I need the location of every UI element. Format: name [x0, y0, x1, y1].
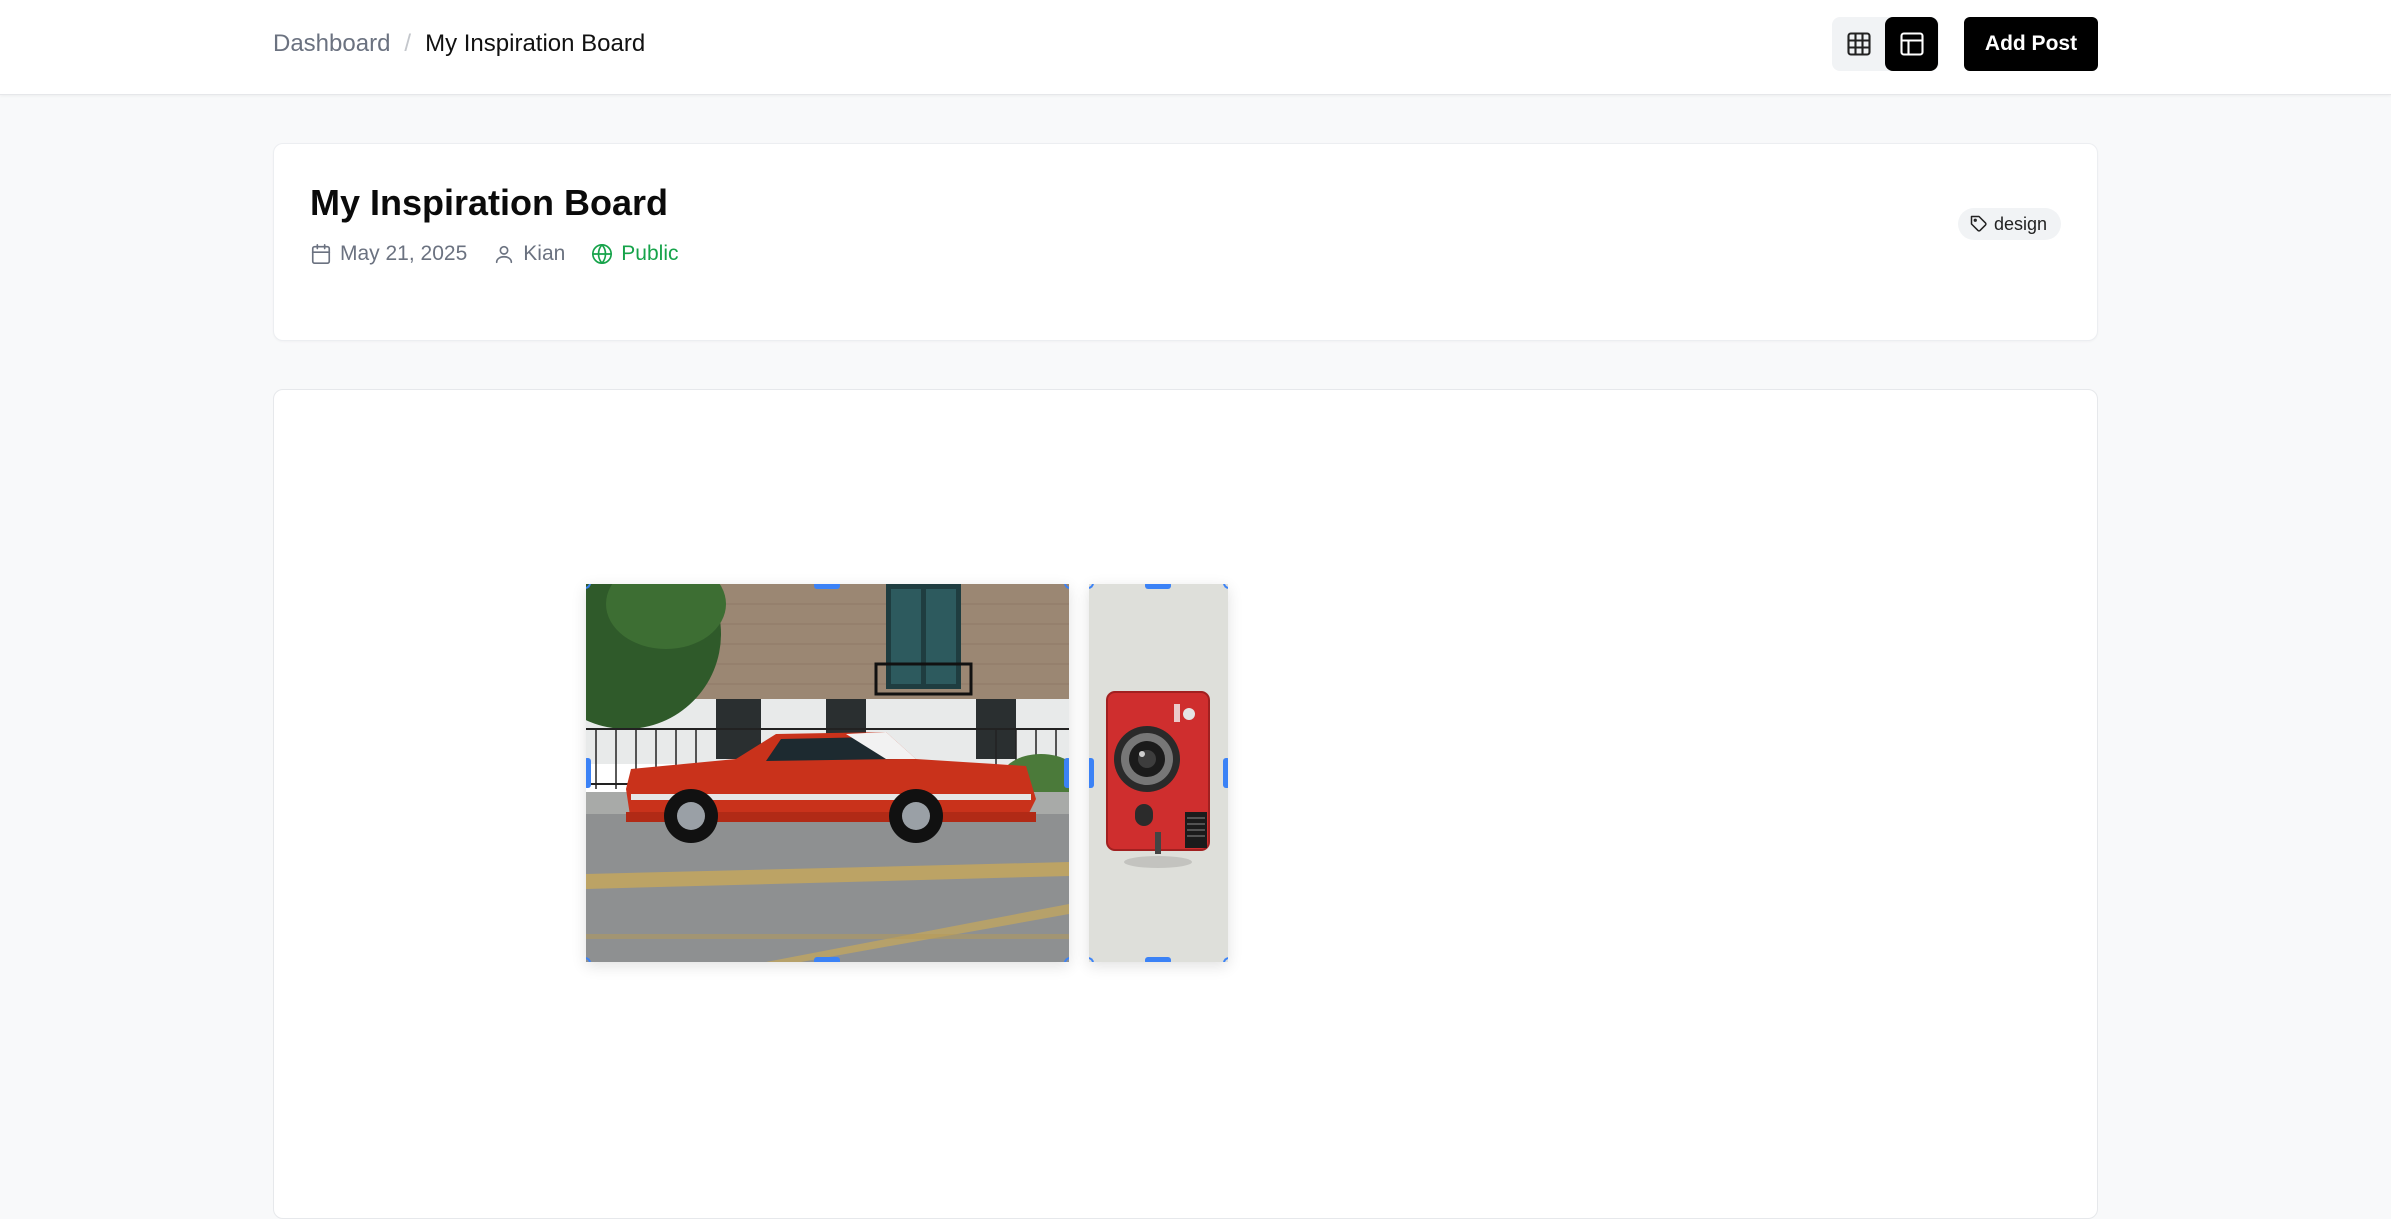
board-title: My Inspiration Board — [310, 182, 669, 223]
board-info-card: My Inspiration Board May 21, 2025 Kian P… — [273, 143, 2098, 341]
tag-badge[interactable]: design — [1957, 208, 2061, 240]
resize-handle-top[interactable] — [1145, 584, 1171, 589]
breadcrumb: Dashboard / My Inspiration Board — [273, 28, 645, 60]
tag-label: design — [1993, 213, 2047, 234]
user-icon — [496, 245, 513, 264]
red-car-photo — [586, 584, 1069, 962]
resize-handle-top[interactable] — [814, 584, 840, 589]
post-car-image[interactable] — [586, 584, 1069, 962]
breadcrumb-dashboard-link[interactable]: Dashboard — [273, 30, 390, 58]
resize-handle-right[interactable] — [1064, 758, 1069, 788]
top-bar: Dashboard / My Inspiration Board Add Pos… — [0, 0, 2391, 95]
resize-handle-left[interactable] — [1089, 758, 1094, 788]
layout-icon — [1899, 32, 1924, 56]
board-author: Kian — [493, 242, 565, 266]
board-meta: May 21, 2025 Kian Public — [310, 240, 705, 268]
grid-view-button[interactable] — [1832, 17, 1885, 71]
resize-handle-bottom[interactable] — [814, 957, 840, 962]
tag-icon — [1970, 215, 1987, 232]
red-camera-photo — [1089, 584, 1228, 962]
view-toggle — [1832, 17, 1939, 71]
board-date-text: May 21, 2025 — [340, 242, 468, 265]
grid-icon — [1846, 32, 1871, 56]
board-date: May 21, 2025 — [310, 242, 467, 266]
resize-handle-bottom[interactable] — [1145, 957, 1171, 962]
globe-icon — [592, 244, 613, 264]
board-visibility: Public — [591, 242, 679, 266]
board-canvas[interactable] — [273, 389, 2098, 1219]
breadcrumb-separator: / — [404, 30, 412, 57]
board-author-text: Kian — [523, 242, 566, 265]
layout-view-button[interactable] — [1885, 17, 1938, 71]
resize-handle-left[interactable] — [586, 758, 591, 788]
post-camera-image[interactable] — [1089, 584, 1228, 962]
calendar-icon — [311, 244, 331, 264]
resize-handle-right[interactable] — [1223, 758, 1228, 788]
board-visibility-text: Public — [621, 242, 679, 265]
add-post-button[interactable]: Add Post — [1964, 17, 2098, 71]
breadcrumb-current: My Inspiration Board — [425, 30, 646, 57]
